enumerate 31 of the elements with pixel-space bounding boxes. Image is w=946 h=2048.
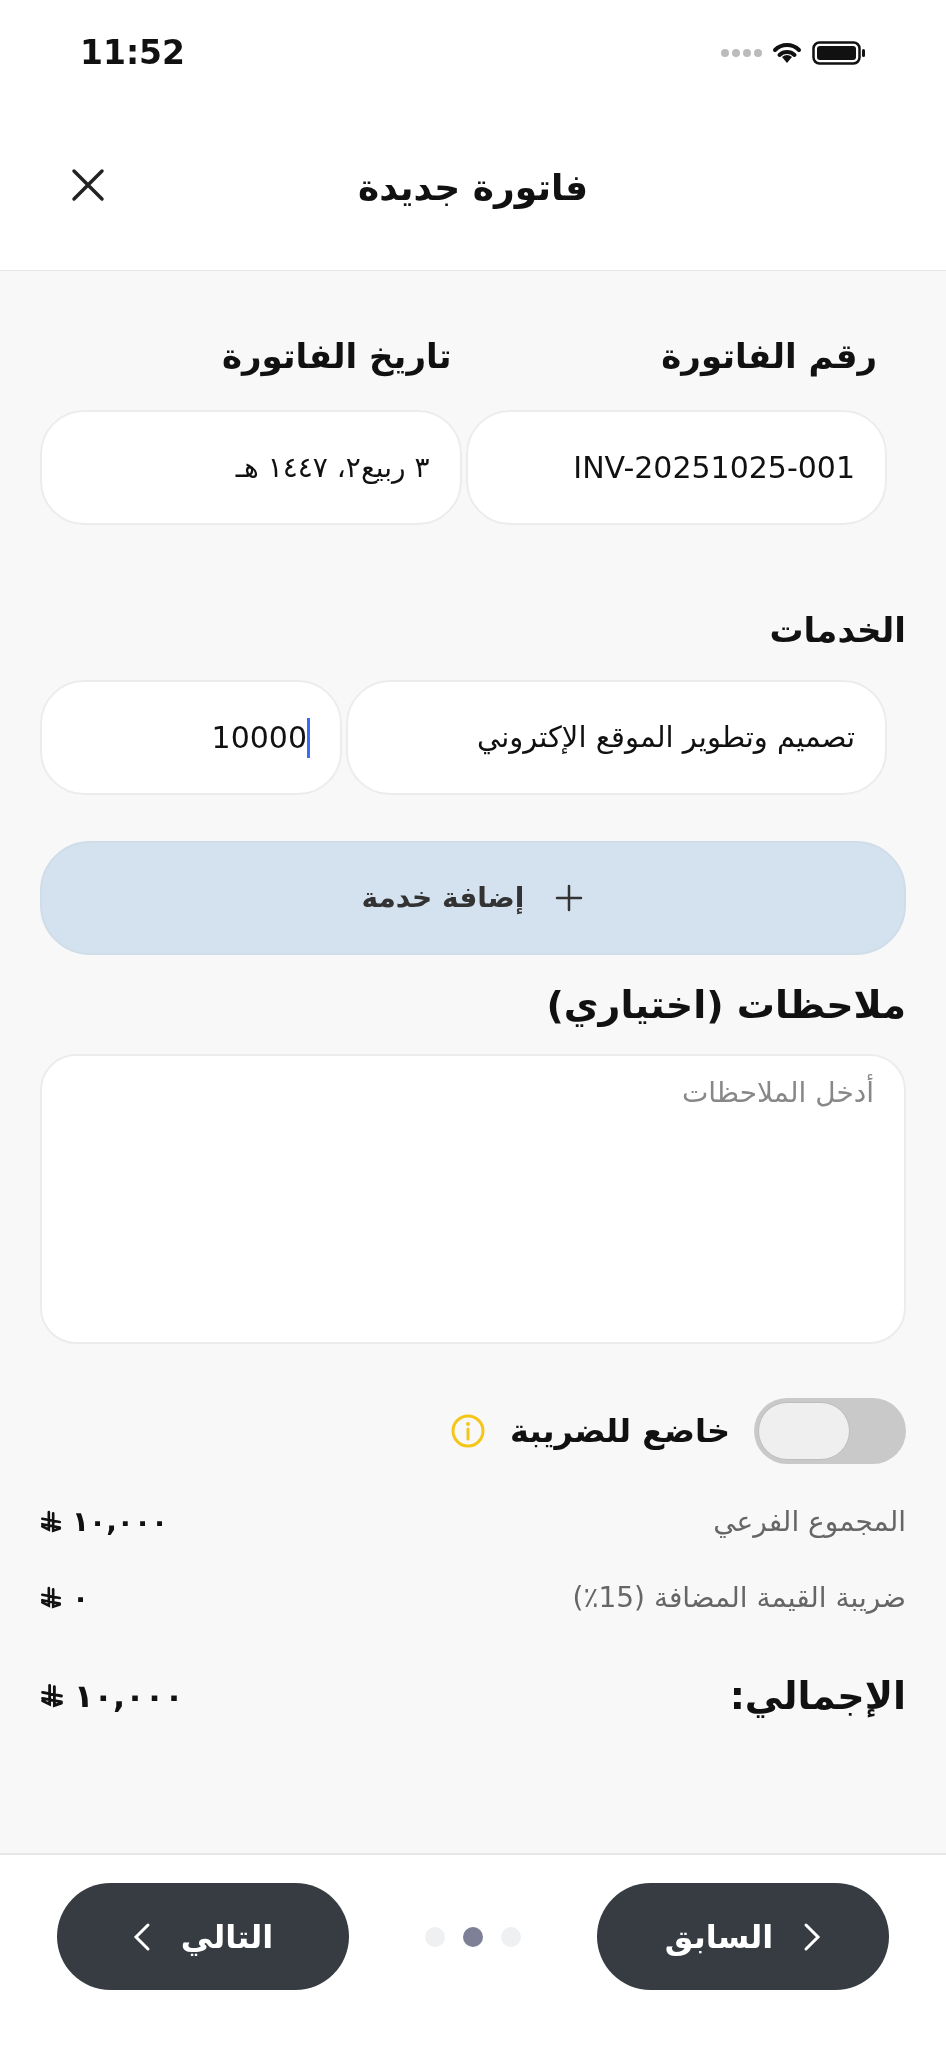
service-name-field[interactable]: تصميم وتطوير الموقع الإكتروني [346, 680, 887, 795]
total-label: الإجمالي: [729, 1672, 906, 1720]
wifi-icon [772, 40, 802, 65]
riyal-icon [40, 1683, 64, 1709]
invoice-date-field[interactable]: ٣ ربيع٢، ١٤٤٧ هـ [40, 410, 462, 525]
riyal-icon [40, 1586, 62, 1610]
signal-icon [720, 47, 762, 58]
field-label: تاريخ الفاتورة [220, 335, 453, 379]
tax-label: خاضع للضريبة [510, 1411, 730, 1452]
battery-icon [812, 40, 866, 65]
info-icon[interactable] [450, 1413, 486, 1449]
chevron-icon [132, 1921, 151, 1952]
section-title: الخدمات [768, 609, 906, 652]
summary-label: المجموع الفرعي [713, 1504, 906, 1540]
service-amount-field[interactable]: 10000 [40, 680, 342, 795]
field-label: رقم الفاتورة [660, 335, 878, 379]
status-time: 11:52 [80, 31, 186, 74]
add-service-button[interactable]: إضافة خدمة [40, 841, 906, 955]
invoice-number-field[interactable]: INV-20251025-001 [465, 410, 887, 525]
chevron-icon [803, 1921, 822, 1952]
notes-field[interactable]: أدخل الملاحظات [40, 1054, 906, 1344]
screen-title: فاتورة جديدة [358, 165, 588, 211]
plus-icon [554, 883, 585, 913]
section-title: ملاحظات (اختياري) [545, 982, 906, 1029]
summary-amount: ١٠,٠٠٠ [72, 1504, 169, 1540]
summary-amount: ٠ [72, 1580, 90, 1616]
previous-button[interactable]: السابق [597, 1883, 889, 1990]
total-amount: ١٠,٠٠٠ [74, 1676, 184, 1717]
summary-label: ضريبة القيمة المضافة (15٪) [572, 1580, 906, 1616]
riyal-icon [40, 1510, 62, 1534]
next-button[interactable]: التالي [57, 1883, 349, 1990]
